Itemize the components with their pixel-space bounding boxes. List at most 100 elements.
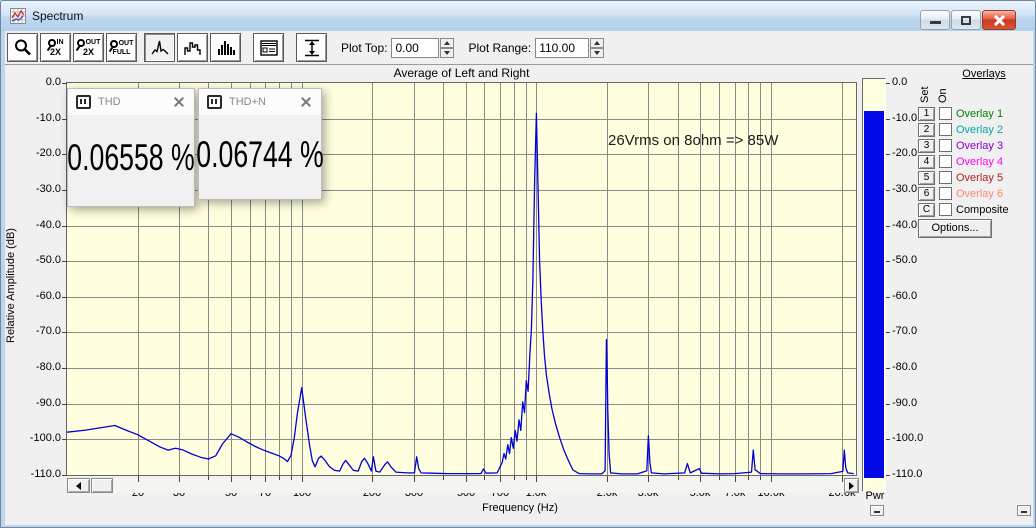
overlay-on-checkbox[interactable] bbox=[939, 107, 952, 120]
y-tick-mark bbox=[62, 297, 67, 298]
step-spectrum-view-button[interactable] bbox=[177, 33, 208, 62]
vertical-fit-icon bbox=[302, 38, 322, 58]
y-tick-mark bbox=[62, 226, 67, 227]
splitter-collapse-button[interactable] bbox=[870, 505, 884, 516]
overlay-set-button[interactable]: 6 bbox=[918, 187, 935, 201]
maximize-button[interactable] bbox=[951, 10, 981, 30]
x-tick-mark bbox=[514, 476, 515, 480]
fit-vertical-button[interactable] bbox=[296, 33, 327, 62]
overlay-on-checkbox[interactable] bbox=[939, 123, 952, 136]
overlay-on-checkbox[interactable] bbox=[939, 187, 952, 200]
y-axis-title: Relative Amplitude (dB) bbox=[5, 191, 17, 381]
overlay-set-button[interactable]: 3 bbox=[918, 139, 935, 153]
plot-title: Average of Left and Right bbox=[67, 66, 856, 80]
overlay-set-button[interactable]: 4 bbox=[918, 155, 935, 169]
close-button[interactable] bbox=[982, 10, 1016, 30]
overlay-label: Overlay 2 bbox=[956, 124, 1003, 136]
overlay-set-button[interactable]: 2 bbox=[918, 123, 935, 137]
overlay-on-checkbox[interactable] bbox=[939, 155, 952, 168]
y-tick-label: -110.0 bbox=[17, 468, 61, 480]
steps-icon bbox=[183, 38, 203, 58]
x-tick-mark bbox=[208, 476, 209, 480]
down-arrow-icon bbox=[594, 51, 600, 55]
h-scroll-left-button[interactable] bbox=[67, 478, 90, 493]
h-scrollbar-track[interactable] bbox=[67, 478, 859, 493]
plot-range-spin-down[interactable] bbox=[590, 48, 604, 58]
plot-top-spin-down[interactable] bbox=[440, 48, 454, 58]
thd-n-window-title: THD+N bbox=[229, 96, 299, 108]
plot-range-input[interactable] bbox=[535, 38, 589, 58]
meter-icon bbox=[207, 95, 222, 109]
y-tick-label: -100.0 bbox=[17, 432, 61, 444]
overlay-label: Overlay 1 bbox=[956, 108, 1003, 120]
overlays-options-button[interactable]: Options... bbox=[918, 219, 992, 238]
plot-range-spin-up[interactable] bbox=[590, 38, 604, 48]
up-arrow-icon bbox=[594, 41, 600, 45]
overlay-label: Overlay 6 bbox=[956, 188, 1003, 200]
thd-value: 0.06558 % bbox=[84, 114, 177, 202]
thd-n-close-icon[interactable] bbox=[299, 95, 313, 109]
x-tick-mark bbox=[443, 476, 444, 480]
thd-n-value: 0.06744 % bbox=[215, 114, 305, 196]
power-meter-fill bbox=[864, 111, 884, 478]
y-tick-label-right: -70.0 bbox=[892, 325, 944, 337]
overlay-set-button[interactable]: C bbox=[918, 203, 935, 217]
plot-top-input[interactable] bbox=[391, 38, 439, 58]
x-tick-mark bbox=[648, 476, 649, 482]
collapse-dash-icon bbox=[874, 511, 880, 513]
thd-window-titlebar[interactable]: THD bbox=[68, 89, 194, 115]
y-tick-mark bbox=[62, 404, 67, 405]
y-tick-label: -60.0 bbox=[17, 290, 61, 302]
overlays-on-column-header: On bbox=[937, 81, 949, 103]
overlay-on-checkbox[interactable] bbox=[939, 171, 952, 184]
x-tick-mark bbox=[279, 476, 280, 480]
overlay-on-checkbox[interactable] bbox=[939, 203, 952, 216]
thd-n-window[interactable]: THD+N 0.06744 % bbox=[198, 88, 322, 200]
y-tick-label: -70.0 bbox=[17, 325, 61, 337]
overlay-set-button[interactable]: 1 bbox=[918, 107, 935, 121]
display-options-button[interactable] bbox=[253, 33, 284, 62]
overlay-label: Overlay 3 bbox=[956, 140, 1003, 152]
up-arrow-icon bbox=[444, 41, 450, 45]
zoom-in-2x-icon: IN 2X bbox=[48, 39, 64, 57]
x-tick-mark bbox=[302, 476, 303, 482]
overlay-on-checkbox[interactable] bbox=[939, 139, 952, 152]
zoom-in-2x-button[interactable]: IN 2X bbox=[40, 33, 71, 62]
thd-n-window-titlebar[interactable]: THD+N bbox=[199, 89, 321, 115]
zoom-tool-button[interactable] bbox=[7, 33, 38, 62]
x-tick-mark bbox=[678, 476, 679, 480]
plot-top-spin-up[interactable] bbox=[440, 38, 454, 48]
x-tick-mark bbox=[466, 476, 467, 482]
power-meter-label: Pwr bbox=[857, 490, 893, 502]
minimize-button[interactable] bbox=[920, 10, 950, 30]
overlay-set-button[interactable]: 5 bbox=[918, 171, 935, 185]
line-spectrum-view-button[interactable] bbox=[144, 33, 175, 62]
y-tick-mark bbox=[62, 261, 67, 262]
thd-close-icon[interactable] bbox=[172, 95, 186, 109]
h-scrollbar-thumb[interactable] bbox=[91, 478, 113, 493]
zoom-out-full-button[interactable]: OUT FULL bbox=[106, 33, 137, 62]
x-tick-mark bbox=[735, 476, 736, 482]
bar-spectrum-view-button[interactable] bbox=[210, 33, 241, 62]
y-tick-label: -30.0 bbox=[17, 183, 61, 195]
mini-magnifier-icon bbox=[48, 39, 56, 47]
plot-range-label: Plot Range: bbox=[468, 41, 531, 55]
thd-window-title: THD bbox=[98, 96, 172, 108]
y-tick-label-right: -100.0 bbox=[892, 432, 944, 444]
zoom-out-2x-button[interactable]: OUT 2X bbox=[73, 33, 104, 62]
splitter-collapse-button[interactable] bbox=[1017, 505, 1031, 516]
x-tick-mark bbox=[250, 476, 251, 480]
spectrum-window: Spectrum IN 2X OUT 2X OUT F bbox=[0, 0, 1036, 528]
x-axis-title: Frequency (Hz) bbox=[460, 502, 580, 514]
plot-top-label: Plot Top: bbox=[341, 41, 387, 55]
y-tick-label-right: -110.0 bbox=[892, 468, 944, 480]
x-tick-mark bbox=[536, 476, 537, 482]
thd-window[interactable]: THD 0.06558 % bbox=[67, 88, 195, 207]
x-tick-mark bbox=[231, 476, 232, 482]
y-tick-label-right: -60.0 bbox=[892, 290, 944, 302]
peak-curve-icon bbox=[150, 38, 170, 58]
down-arrow-icon bbox=[444, 51, 450, 55]
title-bar[interactable]: Spectrum bbox=[1, 1, 1035, 31]
x-tick-mark bbox=[265, 476, 266, 482]
h-scroll-right-button[interactable] bbox=[844, 478, 859, 493]
